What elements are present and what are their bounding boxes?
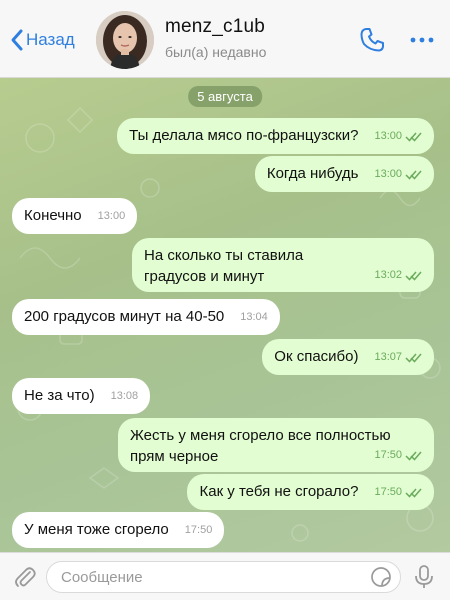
sticker-icon[interactable] <box>370 566 392 588</box>
message-bubble-outgoing[interactable]: Когда нибудь 13:00 <box>254 156 434 192</box>
double-check-icon <box>405 271 422 281</box>
date-separator: 5 августа <box>188 86 262 107</box>
message-time: 17:50 <box>374 482 422 503</box>
time-label: 17:50 <box>374 486 402 498</box>
message-time: 13:00 <box>374 164 422 185</box>
time-label: 13:00 <box>374 168 402 180</box>
time-label: 13:00 <box>374 130 402 142</box>
message-bubble-incoming[interactable]: Не за что) 13:08 <box>12 378 151 414</box>
message-text: Когда нибудь <box>266 165 359 182</box>
phone-icon[interactable] <box>358 26 386 54</box>
chat-area[interactable]: 5 августа Ты делала мясо по-французски? … <box>0 78 450 552</box>
composer-bar <box>0 552 450 600</box>
chat-title[interactable]: menz_c1ub был(а) недавно <box>165 16 266 60</box>
time-label: 13:02 <box>374 269 402 281</box>
back-button[interactable]: Назад <box>8 26 75 54</box>
message-time: 13:04 <box>240 311 268 323</box>
message-time: 17:50 <box>374 445 422 466</box>
message-text: У меня тоже сгорело <box>24 521 169 538</box>
message-text: Конечно <box>24 207 82 224</box>
double-check-icon <box>405 451 422 461</box>
double-check-icon <box>405 353 422 363</box>
double-check-icon <box>405 170 422 180</box>
message-input[interactable] <box>61 562 351 592</box>
double-check-icon <box>405 488 422 498</box>
message-bubble-outgoing[interactable]: Жесть у меня сгорело все полностью прям … <box>118 418 434 472</box>
message-text: Ок спасибо) <box>274 348 359 365</box>
contact-status: был(а) недавно <box>165 44 267 60</box>
chevron-left-icon <box>11 29 23 51</box>
double-check-icon <box>405 132 422 142</box>
microphone-icon[interactable] <box>412 564 436 590</box>
paperclip-icon[interactable] <box>12 564 38 590</box>
message-bubble-incoming[interactable]: 200 градусов минут на 40-50 13:04 <box>12 299 280 335</box>
message-bubble-outgoing[interactable]: На сколько ты ставила градусов и минут 1… <box>132 238 434 292</box>
message-bubble-outgoing[interactable]: Ты делала мясо по-французски? 13:00 <box>117 118 434 154</box>
message-time: 13:02 <box>374 265 422 286</box>
avatar[interactable] <box>96 11 154 69</box>
message-time: 13:08 <box>110 390 139 402</box>
message-time: 13:00 <box>374 126 422 147</box>
message-time: 13:07 <box>374 347 422 368</box>
time-label: 13:07 <box>374 351 402 363</box>
avatar-portrait <box>96 11 154 69</box>
time-label: 17:50 <box>374 449 402 461</box>
message-text: Не за что) <box>24 387 95 404</box>
chat-header: Назад menz_c1ub был(а) недавно <box>0 0 450 78</box>
message-time: 17:50 <box>184 524 213 536</box>
message-bubble-incoming[interactable]: Конечно 13:00 <box>12 198 138 234</box>
message-bubble-incoming[interactable]: У меня тоже сгорело 17:50 <box>12 512 225 548</box>
message-text: 200 градусов минут на 40-50 <box>24 308 225 325</box>
message-field[interactable] <box>46 561 401 593</box>
back-label: Назад <box>26 30 75 49</box>
contact-name: menz_c1ub <box>165 16 266 37</box>
more-dots-icon[interactable] <box>408 30 436 50</box>
message-text: Ты делала мясо по-французски? <box>129 127 359 144</box>
message-bubble-outgoing[interactable]: Ок спасибо) 13:07 <box>262 339 434 375</box>
message-bubble-outgoing[interactable]: Как у тебя не сгорало? 17:50 <box>187 474 434 510</box>
message-text: Как у тебя не сгорало? <box>199 483 359 500</box>
message-time: 13:00 <box>97 210 126 222</box>
